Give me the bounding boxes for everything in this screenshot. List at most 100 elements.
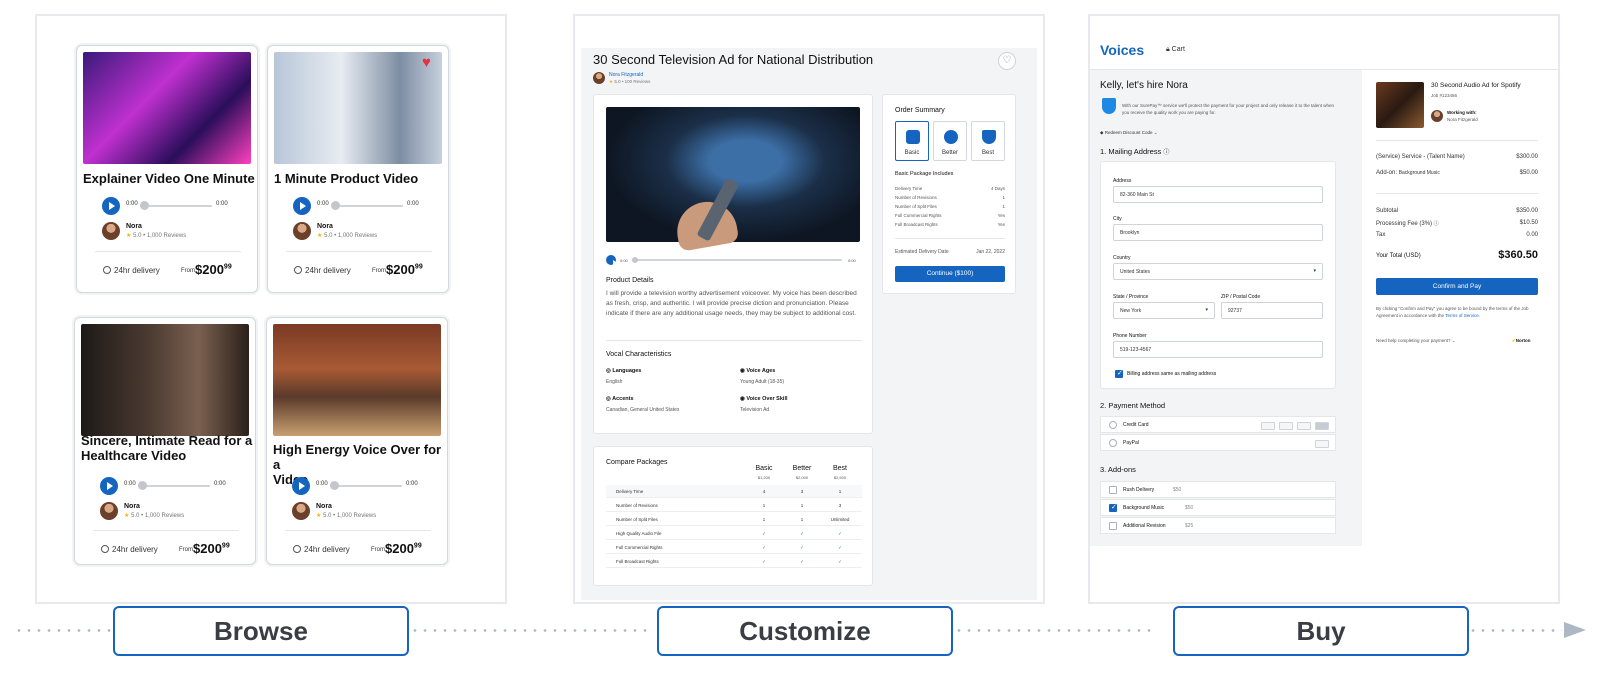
payment-label: Credit Card bbox=[1123, 422, 1149, 428]
country-select[interactable]: United States ▾ bbox=[1113, 263, 1323, 280]
seller-info[interactable]: Nora ★ 5.0 • 1,000 Reviews bbox=[292, 502, 432, 522]
paypal-icon bbox=[1315, 440, 1329, 448]
price: $20099 bbox=[193, 541, 230, 556]
seek-knob[interactable] bbox=[331, 201, 340, 210]
gig-details-card: 0:00 0:00 Product Details I will provide… bbox=[593, 94, 873, 434]
mailing-heading: 1. Mailing Address ⓘ bbox=[1100, 147, 1170, 156]
addon-line-value: $50.00 bbox=[1519, 170, 1538, 176]
seek-knob[interactable] bbox=[140, 201, 149, 210]
play-icon[interactable] bbox=[102, 197, 120, 215]
continue-button[interactable]: Continue ($100) bbox=[895, 266, 1005, 282]
billing-same-checkbox[interactable] bbox=[1115, 369, 1123, 378]
seller-rating: ★ 5.0 • 100 Reviews bbox=[609, 79, 651, 84]
tax-label: Tax bbox=[1376, 232, 1386, 238]
heart-icon[interactable]: ♥ bbox=[422, 55, 436, 70]
seller-info[interactable]: Nora ★ 5.0 • 1,000 Reviews bbox=[102, 222, 242, 242]
payment-option-paypal[interactable]: PayPal bbox=[1100, 434, 1336, 451]
package-best[interactable]: Best bbox=[971, 121, 1005, 161]
payment-help-link[interactable]: Need help completing your payment? ⌄ bbox=[1376, 337, 1456, 344]
card-footer: 24hr delivery From $20099 bbox=[294, 262, 434, 278]
delivery-time: 24hr delivery bbox=[112, 545, 158, 554]
dotted-line bbox=[944, 629, 1152, 632]
microphone-thumbnail bbox=[274, 52, 442, 164]
payment-option-credit-card[interactable]: Credit Card bbox=[1100, 416, 1336, 433]
cart-link[interactable]: 🔒︎ Cart bbox=[1166, 46, 1185, 54]
zip-field[interactable]: 92737 bbox=[1221, 302, 1323, 319]
seller-info[interactable]: Nora ★ 5.0 • 1,000 Reviews bbox=[100, 502, 240, 522]
divider bbox=[1376, 193, 1538, 194]
col-better: Better bbox=[792, 465, 812, 472]
seek-knob[interactable] bbox=[330, 481, 339, 490]
package-basic[interactable]: Basic bbox=[895, 121, 929, 161]
seek-knob[interactable] bbox=[138, 481, 147, 490]
addon-label: Additional Revision bbox=[1123, 523, 1166, 529]
price-from: From bbox=[181, 268, 195, 274]
include-key: Number of Split Files bbox=[895, 204, 937, 209]
includes-heading: Basic Package Includes bbox=[895, 171, 954, 177]
play-icon[interactable] bbox=[606, 255, 619, 268]
listing-title[interactable]: Explainer Video One Minute bbox=[83, 171, 255, 186]
seller-info[interactable]: Nora ★ 5.0 • 1,000 Reviews bbox=[293, 222, 433, 242]
avatar bbox=[100, 502, 118, 520]
addon-background-music[interactable]: Background Music $50 bbox=[1100, 499, 1336, 516]
audio-player: 0:00 0:00 bbox=[293, 197, 428, 215]
divider bbox=[606, 340, 862, 341]
listing-card[interactable]: Explainer Video One Minute 0:00 0:00 Nor… bbox=[76, 45, 258, 293]
seek-track[interactable] bbox=[331, 205, 403, 207]
seller-name[interactable]: Nora Fitzgerald bbox=[609, 72, 643, 78]
video-preview[interactable] bbox=[606, 107, 860, 252]
addon-additional-revision[interactable]: Additional Revision $25 bbox=[1100, 517, 1336, 534]
audio-player: 0:00 0:00 bbox=[102, 197, 237, 215]
play-icon[interactable] bbox=[100, 477, 118, 495]
seek-track[interactable] bbox=[140, 205, 212, 207]
play-icon[interactable] bbox=[292, 477, 310, 495]
addon-checkbox[interactable] bbox=[1109, 486, 1117, 494]
seek-track[interactable] bbox=[138, 485, 210, 487]
include-value: 1 bbox=[1002, 204, 1005, 209]
time-start: 0:00 bbox=[316, 481, 328, 487]
payment-heading: 2. Payment Method bbox=[1100, 401, 1166, 410]
city-field[interactable]: Brooklyn bbox=[1113, 224, 1323, 241]
terms-link[interactable]: Terms of Service bbox=[1445, 313, 1479, 318]
credit-card-radio[interactable] bbox=[1109, 421, 1117, 429]
addon-price: $50 bbox=[1173, 487, 1182, 493]
address-label: Address bbox=[1113, 178, 1132, 184]
listing-title[interactable]: Sincere, Intimate Read for a Healthcare V… bbox=[81, 433, 252, 463]
phone-field[interactable]: 519-123-4567 bbox=[1113, 341, 1323, 358]
working-with-label: Working with: bbox=[1447, 110, 1477, 115]
tax-value: 0.00 bbox=[1526, 232, 1538, 238]
state-select[interactable]: New York ▾ bbox=[1113, 302, 1215, 319]
redeem-discount-link[interactable]: ◆ Redeem Discount Code ⌄ bbox=[1100, 129, 1158, 136]
addon-label: Background Music bbox=[1123, 505, 1165, 511]
listing-card[interactable]: High Energy Voice Over for a Video 0:00 0… bbox=[266, 317, 448, 565]
seek-track[interactable] bbox=[632, 259, 842, 261]
card-footer: 24hr delivery From $20099 bbox=[103, 262, 243, 278]
addon-checkbox[interactable] bbox=[1109, 503, 1117, 512]
listing-card[interactable]: ♥ 1 Minute Product Video 0:00 0:00 Nora … bbox=[267, 45, 449, 293]
job-title: 30 Second Audio Ad for Spotify bbox=[1431, 82, 1521, 89]
listing-title[interactable]: 1 Minute Product Video bbox=[274, 171, 418, 186]
package-better[interactable]: Better bbox=[933, 121, 967, 161]
star-icon: ★ bbox=[124, 513, 130, 519]
languages-value: English bbox=[606, 379, 623, 385]
listing-card[interactable]: Sincere, Intimate Read for a Healthcare V… bbox=[74, 317, 256, 565]
play-icon[interactable] bbox=[293, 197, 311, 215]
seek-track[interactable] bbox=[330, 485, 402, 487]
divider bbox=[286, 251, 432, 252]
addon-checkbox[interactable] bbox=[1109, 522, 1117, 530]
voices-logo[interactable]: Voices bbox=[1100, 42, 1144, 58]
customize-panel: 30 Second Television Ad for National Dis… bbox=[573, 14, 1045, 604]
table-row: Number of Split Files 1 1 Unlimited bbox=[606, 513, 862, 526]
addon-rush-delivery[interactable]: Rush Delivery $50 bbox=[1100, 481, 1336, 498]
seller-name: Nora bbox=[316, 503, 332, 510]
time-end: 0:00 bbox=[214, 481, 226, 487]
audio-player: 0:00 0:00 bbox=[292, 477, 427, 495]
car-icon bbox=[906, 130, 920, 144]
time-end: 0:00 bbox=[406, 481, 418, 487]
confirm-and-pay-button[interactable]: Confirm and Pay bbox=[1376, 278, 1538, 295]
section-heading: Order Summary bbox=[895, 107, 945, 114]
paypal-radio[interactable] bbox=[1109, 439, 1117, 447]
address-field[interactable]: 82-360 Main St bbox=[1113, 186, 1323, 203]
heart-icon[interactable]: ♡ bbox=[998, 52, 1016, 70]
seek-knob[interactable] bbox=[632, 257, 638, 263]
